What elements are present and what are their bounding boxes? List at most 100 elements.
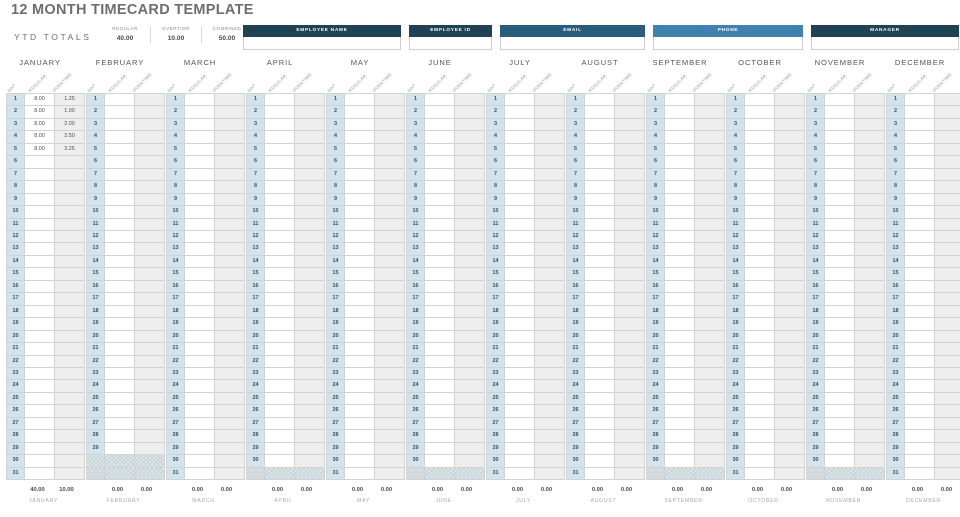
regular-hours-cell[interactable]: [744, 379, 775, 393]
overtime-hours-cell[interactable]: [934, 130, 960, 144]
regular-hours-cell[interactable]: [824, 155, 855, 169]
regular-hours-cell[interactable]: [264, 192, 295, 207]
regular-hours-cell[interactable]: [424, 167, 455, 182]
regular-hours-cell[interactable]: [904, 329, 935, 344]
regular-hours-cell[interactable]: [824, 454, 855, 468]
regular-hours-cell[interactable]: [504, 92, 535, 107]
regular-hours-cell[interactable]: [104, 366, 135, 381]
regular-hours-cell[interactable]: [904, 217, 935, 232]
regular-hours-cell[interactable]: [904, 267, 935, 281]
regular-hours-cell[interactable]: [184, 292, 215, 306]
regular-hours-cell[interactable]: [904, 466, 935, 481]
regular-hours-cell[interactable]: [904, 404, 935, 418]
regular-hours-cell[interactable]: [584, 117, 615, 132]
regular-hours-cell[interactable]: [104, 130, 135, 144]
regular-hours-cell[interactable]: [744, 229, 775, 244]
regular-hours-cell[interactable]: [104, 292, 135, 306]
regular-hours-cell[interactable]: [184, 229, 215, 244]
regular-hours-cell[interactable]: [584, 180, 615, 194]
regular-hours-cell[interactable]: [744, 329, 775, 344]
regular-hours-cell[interactable]: [584, 404, 615, 418]
regular-hours-cell[interactable]: [184, 441, 215, 456]
regular-hours-cell[interactable]: [904, 416, 935, 431]
regular-hours-cell[interactable]: [424, 192, 455, 207]
regular-hours-cell[interactable]: [424, 229, 455, 244]
regular-hours-cell[interactable]: [424, 242, 455, 256]
regular-hours-cell[interactable]: [424, 205, 455, 219]
regular-hours-cell[interactable]: [744, 317, 775, 331]
regular-hours-cell[interactable]: [824, 304, 855, 319]
regular-hours-cell[interactable]: [904, 279, 935, 294]
regular-hours-cell[interactable]: [824, 105, 855, 119]
regular-hours-cell[interactable]: [184, 167, 215, 182]
regular-hours-cell[interactable]: [904, 292, 935, 306]
regular-hours-cell[interactable]: [584, 379, 615, 393]
regular-hours-cell[interactable]: [664, 279, 695, 294]
regular-hours-cell[interactable]: [504, 342, 535, 356]
regular-hours-cell[interactable]: [664, 404, 695, 418]
regular-hours-cell[interactable]: [664, 217, 695, 232]
regular-hours-cell[interactable]: [904, 167, 935, 182]
regular-hours-cell[interactable]: [344, 366, 375, 381]
regular-hours-cell[interactable]: [344, 342, 375, 356]
overtime-hours-cell[interactable]: [934, 404, 960, 418]
regular-hours-cell[interactable]: [424, 379, 455, 393]
regular-hours-cell[interactable]: [104, 317, 135, 331]
regular-hours-cell[interactable]: [504, 441, 535, 456]
regular-hours-cell[interactable]: [504, 329, 535, 344]
regular-hours-cell[interactable]: [504, 117, 535, 132]
regular-hours-cell[interactable]: [504, 379, 535, 393]
overtime-hours-cell[interactable]: [934, 242, 960, 256]
info-field-input[interactable]: [500, 36, 645, 50]
regular-hours-cell[interactable]: [584, 429, 615, 443]
regular-hours-cell[interactable]: [264, 342, 295, 356]
info-field-input[interactable]: [653, 36, 803, 50]
regular-hours-cell[interactable]: [24, 304, 55, 319]
regular-hours-cell[interactable]: [824, 354, 855, 368]
regular-hours-cell[interactable]: [184, 279, 215, 294]
regular-hours-cell[interactable]: [104, 242, 135, 256]
regular-hours-cell[interactable]: [264, 404, 295, 418]
regular-hours-cell[interactable]: [904, 130, 935, 144]
regular-hours-cell[interactable]: [584, 217, 615, 232]
overtime-hours-cell[interactable]: [934, 117, 960, 132]
regular-hours-cell[interactable]: [344, 416, 375, 431]
regular-hours-cell[interactable]: [904, 304, 935, 319]
regular-hours-cell[interactable]: [664, 292, 695, 306]
overtime-hours-cell[interactable]: [934, 416, 960, 431]
regular-hours-cell[interactable]: [504, 242, 535, 256]
regular-hours-cell[interactable]: [24, 279, 55, 294]
regular-hours-cell[interactable]: [664, 342, 695, 356]
regular-hours-cell[interactable]: [344, 429, 375, 443]
regular-hours-cell[interactable]: [824, 317, 855, 331]
regular-hours-cell[interactable]: [904, 366, 935, 381]
regular-hours-cell[interactable]: [344, 180, 375, 194]
regular-hours-cell[interactable]: [264, 229, 295, 244]
regular-hours-cell[interactable]: [424, 180, 455, 194]
regular-hours-cell[interactable]: [584, 391, 615, 406]
regular-hours-cell[interactable]: [904, 342, 935, 356]
regular-hours-cell[interactable]: [104, 329, 135, 344]
regular-hours-cell[interactable]: [344, 317, 375, 331]
regular-hours-cell[interactable]: [264, 391, 295, 406]
overtime-hours-cell[interactable]: [934, 180, 960, 194]
regular-hours-cell[interactable]: [664, 192, 695, 207]
regular-hours-cell[interactable]: [264, 142, 295, 157]
overtime-hours-cell[interactable]: [934, 429, 960, 443]
regular-hours-cell[interactable]: [584, 466, 615, 481]
regular-hours-cell[interactable]: [184, 180, 215, 194]
regular-hours-cell[interactable]: [24, 155, 55, 169]
regular-hours-cell[interactable]: [184, 329, 215, 344]
overtime-hours-cell[interactable]: [934, 342, 960, 356]
regular-hours-cell[interactable]: [184, 354, 215, 368]
regular-hours-cell[interactable]: [664, 366, 695, 381]
regular-hours-cell[interactable]: [904, 155, 935, 169]
regular-hours-cell[interactable]: [264, 354, 295, 368]
regular-hours-cell[interactable]: [584, 279, 615, 294]
regular-hours-cell[interactable]: [184, 254, 215, 269]
regular-hours-cell[interactable]: [744, 279, 775, 294]
regular-hours-cell[interactable]: [824, 242, 855, 256]
regular-hours-cell[interactable]: [344, 205, 375, 219]
overtime-hours-cell[interactable]: [934, 105, 960, 119]
regular-hours-cell[interactable]: [584, 92, 615, 107]
